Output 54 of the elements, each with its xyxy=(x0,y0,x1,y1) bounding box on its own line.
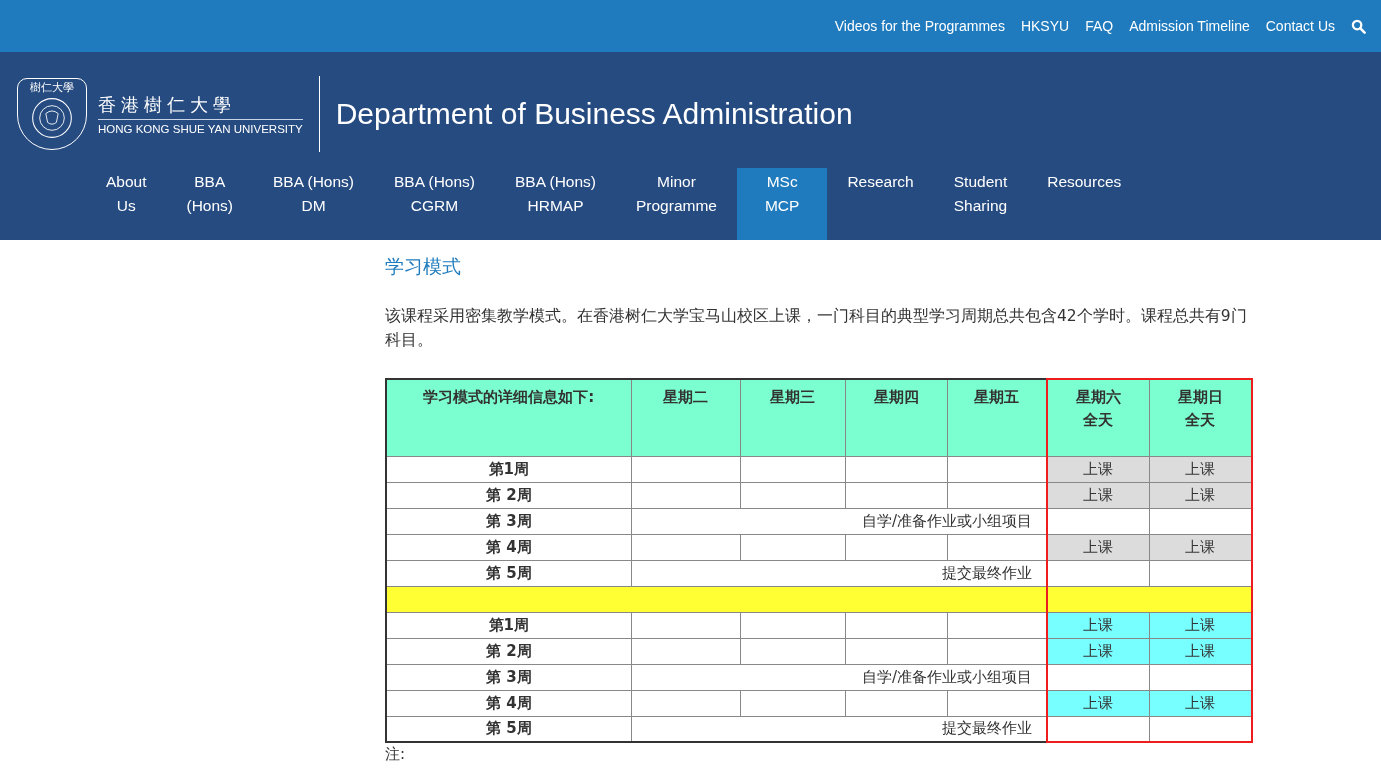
top-link[interactable]: HKSYU xyxy=(1020,18,1070,34)
class-cell: 上课 xyxy=(1149,690,1252,716)
column-header: 星期日 xyxy=(1176,387,1224,408)
university-name-english: HONG KONG SHUE YAN UNIVERSITY xyxy=(98,123,303,135)
class-cell: 上课 xyxy=(1149,456,1252,482)
university-name-chinese: 香港樹仁大學 xyxy=(98,93,303,120)
emblem-icon xyxy=(30,96,74,140)
column-header: 星期六 xyxy=(1074,387,1122,408)
top-link[interactable]: Contact Us xyxy=(1265,18,1335,34)
section-heading: 学习模式 xyxy=(385,254,462,279)
column-header: 星期五 xyxy=(973,387,1021,408)
top-link[interactable]: Admission Timeline xyxy=(1129,18,1250,34)
nav-tab[interactable]: BBA (Hons) xyxy=(166,168,254,240)
week-cell: 第 4周 xyxy=(386,690,631,716)
nav-tab[interactable]: BBA (Hons) CGRM xyxy=(374,168,495,240)
class-cell: 上课 xyxy=(1149,534,1252,560)
column-subheader: 全天 xyxy=(1184,410,1217,431)
nav-tab[interactable]: About Us xyxy=(86,168,167,240)
week-cell: 第 2周 xyxy=(386,638,631,664)
week-cell: 第 4周 xyxy=(386,534,631,560)
week-cell: 第 3周 xyxy=(386,508,631,534)
top-link[interactable]: Videos for the Programmes xyxy=(834,18,1005,34)
intro-paragraph: 该课程采用密集教学模式。在香港树仁大学宝马山校区上课，一门科目的典型学习周期总共包含42个学时。课程总共有9门科目。 xyxy=(385,306,1248,351)
nav-tab[interactable]: BBA (Hons) HRMAP xyxy=(495,168,616,240)
week-cell: 第 2周 xyxy=(386,482,631,508)
class-cell: 上课 xyxy=(1047,612,1149,638)
nav-tab[interactable]: MSc MCP xyxy=(736,168,828,240)
column-subheader: 全天 xyxy=(1082,410,1115,431)
nav-tab[interactable]: Minor Programme xyxy=(616,168,737,240)
class-cell: 上课 xyxy=(1149,612,1252,638)
nav-tab[interactable]: Resources xyxy=(1027,168,1142,240)
department-title: Department of Business Administration xyxy=(335,97,853,131)
notes-label: 注: xyxy=(385,745,406,764)
class-cell: 上课 xyxy=(1047,638,1149,664)
week-cell: 第 3周 xyxy=(386,664,631,690)
nav-tab[interactable]: BBA (Hons) DM xyxy=(253,168,374,240)
class-cell: 上课 xyxy=(1047,534,1149,560)
class-cell: 上课 xyxy=(1047,482,1149,508)
top-link[interactable]: FAQ xyxy=(1085,18,1114,34)
week-cell: 第 5周 xyxy=(386,560,631,586)
column-header: 学习模式的详细信息如下: xyxy=(422,387,596,408)
class-cell: 上课 xyxy=(1149,638,1252,664)
class-cell: 上课 xyxy=(1047,456,1149,482)
column-header: 星期三 xyxy=(769,387,816,408)
column-header: 星期四 xyxy=(872,387,920,408)
week-cell: 第1周 xyxy=(386,456,631,482)
crest-text: 樹仁大學 xyxy=(30,80,74,95)
column-header: 星期二 xyxy=(662,387,709,408)
class-cell: 上课 xyxy=(1149,482,1252,508)
class-cell: 上课 xyxy=(1047,690,1149,716)
search-icon[interactable] xyxy=(1351,18,1366,34)
week-cell: 第1周 xyxy=(386,612,631,638)
nav-tab[interactable]: Research xyxy=(827,168,934,240)
nav-tab[interactable]: Student Sharing xyxy=(933,168,1028,240)
